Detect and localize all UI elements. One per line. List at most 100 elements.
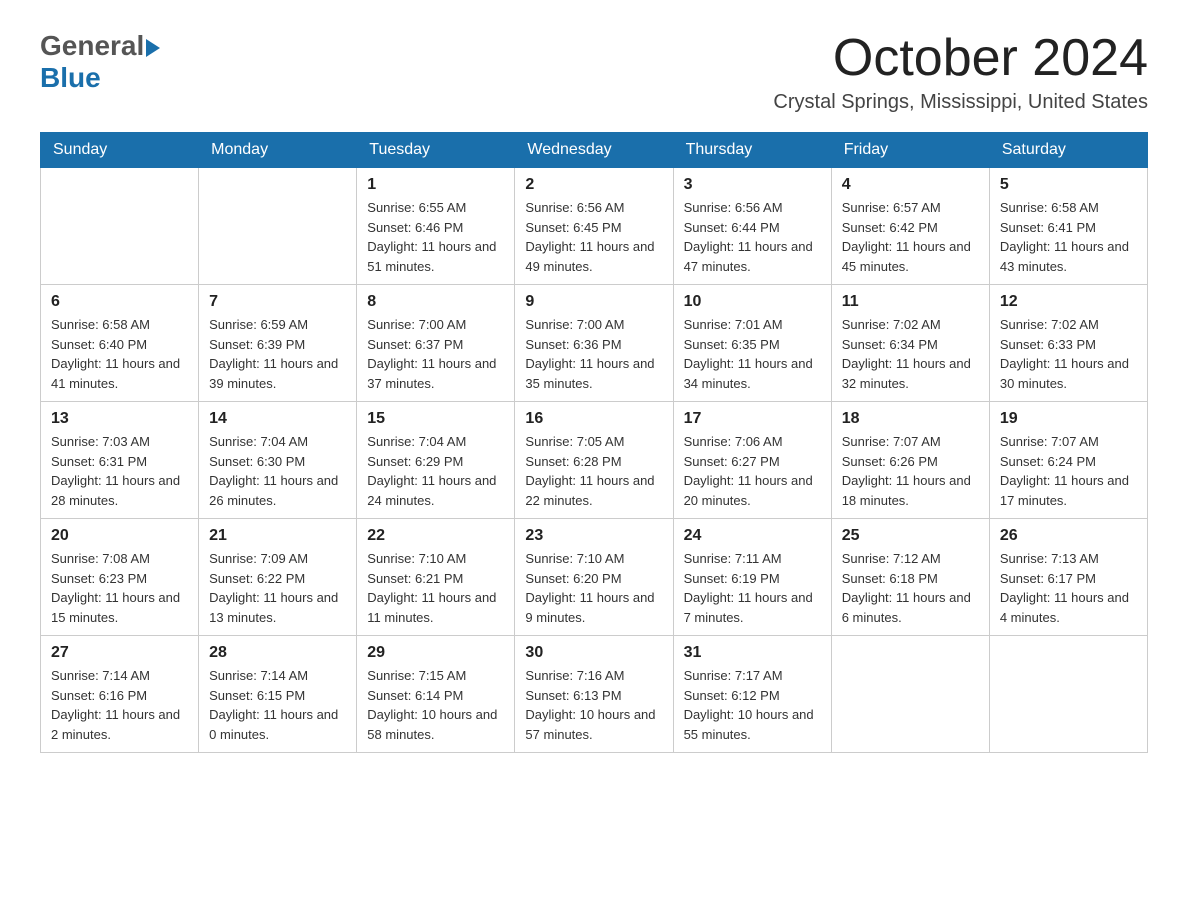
day-number: 11: [842, 293, 979, 311]
calendar-cell: 2 Sunrise: 6:56 AMSunset: 6:45 PMDaylight…: [515, 168, 673, 285]
calendar-cell: 18 Sunrise: 7:07 AMSunset: 6:26 PMDayligh…: [831, 402, 989, 519]
calendar-table: SundayMondayTuesdayWednesdayThursdayFrid…: [40, 132, 1148, 753]
calendar-cell: [831, 636, 989, 753]
day-number: 9: [525, 293, 662, 311]
title-section: October 2024 Crystal Springs, Mississipp…: [773, 30, 1148, 114]
calendar-cell: 16 Sunrise: 7:05 AMSunset: 6:28 PMDayligh…: [515, 402, 673, 519]
day-number: 15: [367, 410, 504, 428]
column-header-monday: Monday: [199, 133, 357, 168]
calendar-cell: [41, 168, 199, 285]
day-number: 12: [1000, 293, 1137, 311]
day-number: 16: [525, 410, 662, 428]
column-header-wednesday: Wednesday: [515, 133, 673, 168]
calendar-cell: 21 Sunrise: 7:09 AMSunset: 6:22 PMDayligh…: [199, 519, 357, 636]
day-number: 31: [684, 644, 821, 662]
calendar-cell: 17 Sunrise: 7:06 AMSunset: 6:27 PMDayligh…: [673, 402, 831, 519]
cell-sun-info: Sunrise: 7:06 AMSunset: 6:27 PMDaylight:…: [684, 432, 821, 510]
day-number: 18: [842, 410, 979, 428]
column-header-thursday: Thursday: [673, 133, 831, 168]
calendar-cell: 1Sunrise: 6:55 AMSunset: 6:46 PMDaylight…: [357, 168, 515, 285]
calendar-cell: 19Sunrise: 7:07 AMSunset: 6:24 PMDayligh…: [989, 402, 1147, 519]
cell-sun-info: Sunrise: 7:14 AMSunset: 6:15 PMDaylight:…: [209, 666, 346, 744]
day-number: 20: [51, 527, 188, 545]
column-header-tuesday: Tuesday: [357, 133, 515, 168]
cell-sun-info: Sunrise: 7:08 AMSunset: 6:23 PMDaylight:…: [51, 549, 188, 627]
calendar-cell: 10 Sunrise: 7:01 AMSunset: 6:35 PMDayligh…: [673, 285, 831, 402]
day-number: 24: [684, 527, 821, 545]
logo-general-text: General: [40, 30, 144, 62]
calendar-week-row: 6 Sunrise: 6:58 AMSunset: 6:40 PMDaylight…: [41, 285, 1148, 402]
cell-sun-info: Sunrise: 7:14 AMSunset: 6:16 PMDaylight:…: [51, 666, 188, 744]
calendar-cell: 3 Sunrise: 6:56 AMSunset: 6:44 PMDaylight…: [673, 168, 831, 285]
calendar-cell: 26 Sunrise: 7:13 AMSunset: 6:17 PMDayligh…: [989, 519, 1147, 636]
calendar-week-row: 20 Sunrise: 7:08 AMSunset: 6:23 PMDayligh…: [41, 519, 1148, 636]
cell-sun-info: Sunrise: 7:07 AMSunset: 6:26 PMDaylight:…: [842, 432, 979, 510]
calendar-cell: 9 Sunrise: 7:00 AMSunset: 6:36 PMDaylight…: [515, 285, 673, 402]
cell-sun-info: Sunrise: 7:15 AMSunset: 6:14 PMDaylight:…: [367, 666, 504, 744]
cell-sun-info: Sunrise: 7:13 AMSunset: 6:17 PMDaylight:…: [1000, 549, 1137, 627]
calendar-cell: 6 Sunrise: 6:58 AMSunset: 6:40 PMDaylight…: [41, 285, 199, 402]
cell-sun-info: Sunrise: 6:55 AMSunset: 6:46 PMDaylight:…: [367, 198, 504, 276]
cell-sun-info: Sunrise: 6:58 AMSunset: 6:41 PMDaylight:…: [1000, 198, 1137, 276]
day-number: 22: [367, 527, 504, 545]
calendar-header-row: SundayMondayTuesdayWednesdayThursdayFrid…: [41, 133, 1148, 168]
day-number: 13: [51, 410, 188, 428]
day-number: 6: [51, 293, 188, 311]
cell-sun-info: Sunrise: 7:00 AMSunset: 6:36 PMDaylight:…: [525, 315, 662, 393]
cell-sun-info: Sunrise: 7:01 AMSunset: 6:35 PMDaylight:…: [684, 315, 821, 393]
cell-sun-info: Sunrise: 7:11 AMSunset: 6:19 PMDaylight:…: [684, 549, 821, 627]
cell-sun-info: Sunrise: 7:10 AMSunset: 6:20 PMDaylight:…: [525, 549, 662, 627]
calendar-cell: 25Sunrise: 7:12 AMSunset: 6:18 PMDayligh…: [831, 519, 989, 636]
month-title: October 2024: [773, 30, 1148, 87]
cell-sun-info: Sunrise: 6:57 AMSunset: 6:42 PMDaylight:…: [842, 198, 979, 276]
day-number: 30: [525, 644, 662, 662]
calendar-cell: 5 Sunrise: 6:58 AMSunset: 6:41 PMDaylight…: [989, 168, 1147, 285]
calendar-cell: 8Sunrise: 7:00 AMSunset: 6:37 PMDaylight…: [357, 285, 515, 402]
day-number: 19: [1000, 410, 1137, 428]
cell-sun-info: Sunrise: 7:09 AMSunset: 6:22 PMDaylight:…: [209, 549, 346, 627]
calendar-cell: 4 Sunrise: 6:57 AMSunset: 6:42 PMDaylight…: [831, 168, 989, 285]
day-number: 23: [525, 527, 662, 545]
logo: General Blue: [40, 30, 162, 94]
cell-sun-info: Sunrise: 6:56 AMSunset: 6:44 PMDaylight:…: [684, 198, 821, 276]
day-number: 2: [525, 176, 662, 194]
calendar-cell: 22Sunrise: 7:10 AMSunset: 6:21 PMDayligh…: [357, 519, 515, 636]
cell-sun-info: Sunrise: 6:58 AMSunset: 6:40 PMDaylight:…: [51, 315, 188, 393]
calendar-cell: 30 Sunrise: 7:16 AMSunset: 6:13 PMDayligh…: [515, 636, 673, 753]
cell-sun-info: Sunrise: 7:03 AMSunset: 6:31 PMDaylight:…: [51, 432, 188, 510]
calendar-week-row: 27Sunrise: 7:14 AMSunset: 6:16 PMDayligh…: [41, 636, 1148, 753]
cell-sun-info: Sunrise: 7:02 AMSunset: 6:34 PMDaylight:…: [842, 315, 979, 393]
day-number: 7: [209, 293, 346, 311]
day-number: 5: [1000, 176, 1137, 194]
calendar-cell: 29Sunrise: 7:15 AMSunset: 6:14 PMDayligh…: [357, 636, 515, 753]
cell-sun-info: Sunrise: 7:16 AMSunset: 6:13 PMDaylight:…: [525, 666, 662, 744]
day-number: 17: [684, 410, 821, 428]
day-number: 28: [209, 644, 346, 662]
calendar-cell: 7 Sunrise: 6:59 AMSunset: 6:39 PMDaylight…: [199, 285, 357, 402]
cell-sun-info: Sunrise: 6:56 AMSunset: 6:45 PMDaylight:…: [525, 198, 662, 276]
day-number: 21: [209, 527, 346, 545]
logo-arrow-icon: [146, 39, 160, 57]
cell-sun-info: Sunrise: 7:00 AMSunset: 6:37 PMDaylight:…: [367, 315, 504, 393]
location-text: Crystal Springs, Mississippi, United Sta…: [773, 91, 1148, 114]
calendar-cell: [989, 636, 1147, 753]
cell-sun-info: Sunrise: 7:02 AMSunset: 6:33 PMDaylight:…: [1000, 315, 1137, 393]
calendar-cell: 24 Sunrise: 7:11 AMSunset: 6:19 PMDayligh…: [673, 519, 831, 636]
calendar-cell: 20 Sunrise: 7:08 AMSunset: 6:23 PMDayligh…: [41, 519, 199, 636]
calendar-cell: 28 Sunrise: 7:14 AMSunset: 6:15 PMDayligh…: [199, 636, 357, 753]
day-number: 3: [684, 176, 821, 194]
cell-sun-info: Sunrise: 7:05 AMSunset: 6:28 PMDaylight:…: [525, 432, 662, 510]
day-number: 4: [842, 176, 979, 194]
calendar-cell: 12 Sunrise: 7:02 AMSunset: 6:33 PMDayligh…: [989, 285, 1147, 402]
calendar-cell: 11 Sunrise: 7:02 AMSunset: 6:34 PMDayligh…: [831, 285, 989, 402]
day-number: 14: [209, 410, 346, 428]
column-header-saturday: Saturday: [989, 133, 1147, 168]
column-header-sunday: Sunday: [41, 133, 199, 168]
calendar-cell: 15 Sunrise: 7:04 AMSunset: 6:29 PMDayligh…: [357, 402, 515, 519]
column-header-friday: Friday: [831, 133, 989, 168]
cell-sun-info: Sunrise: 7:04 AMSunset: 6:29 PMDaylight:…: [367, 432, 504, 510]
calendar-cell: 14Sunrise: 7:04 AMSunset: 6:30 PMDayligh…: [199, 402, 357, 519]
day-number: 26: [1000, 527, 1137, 545]
day-number: 10: [684, 293, 821, 311]
cell-sun-info: Sunrise: 6:59 AMSunset: 6:39 PMDaylight:…: [209, 315, 346, 393]
